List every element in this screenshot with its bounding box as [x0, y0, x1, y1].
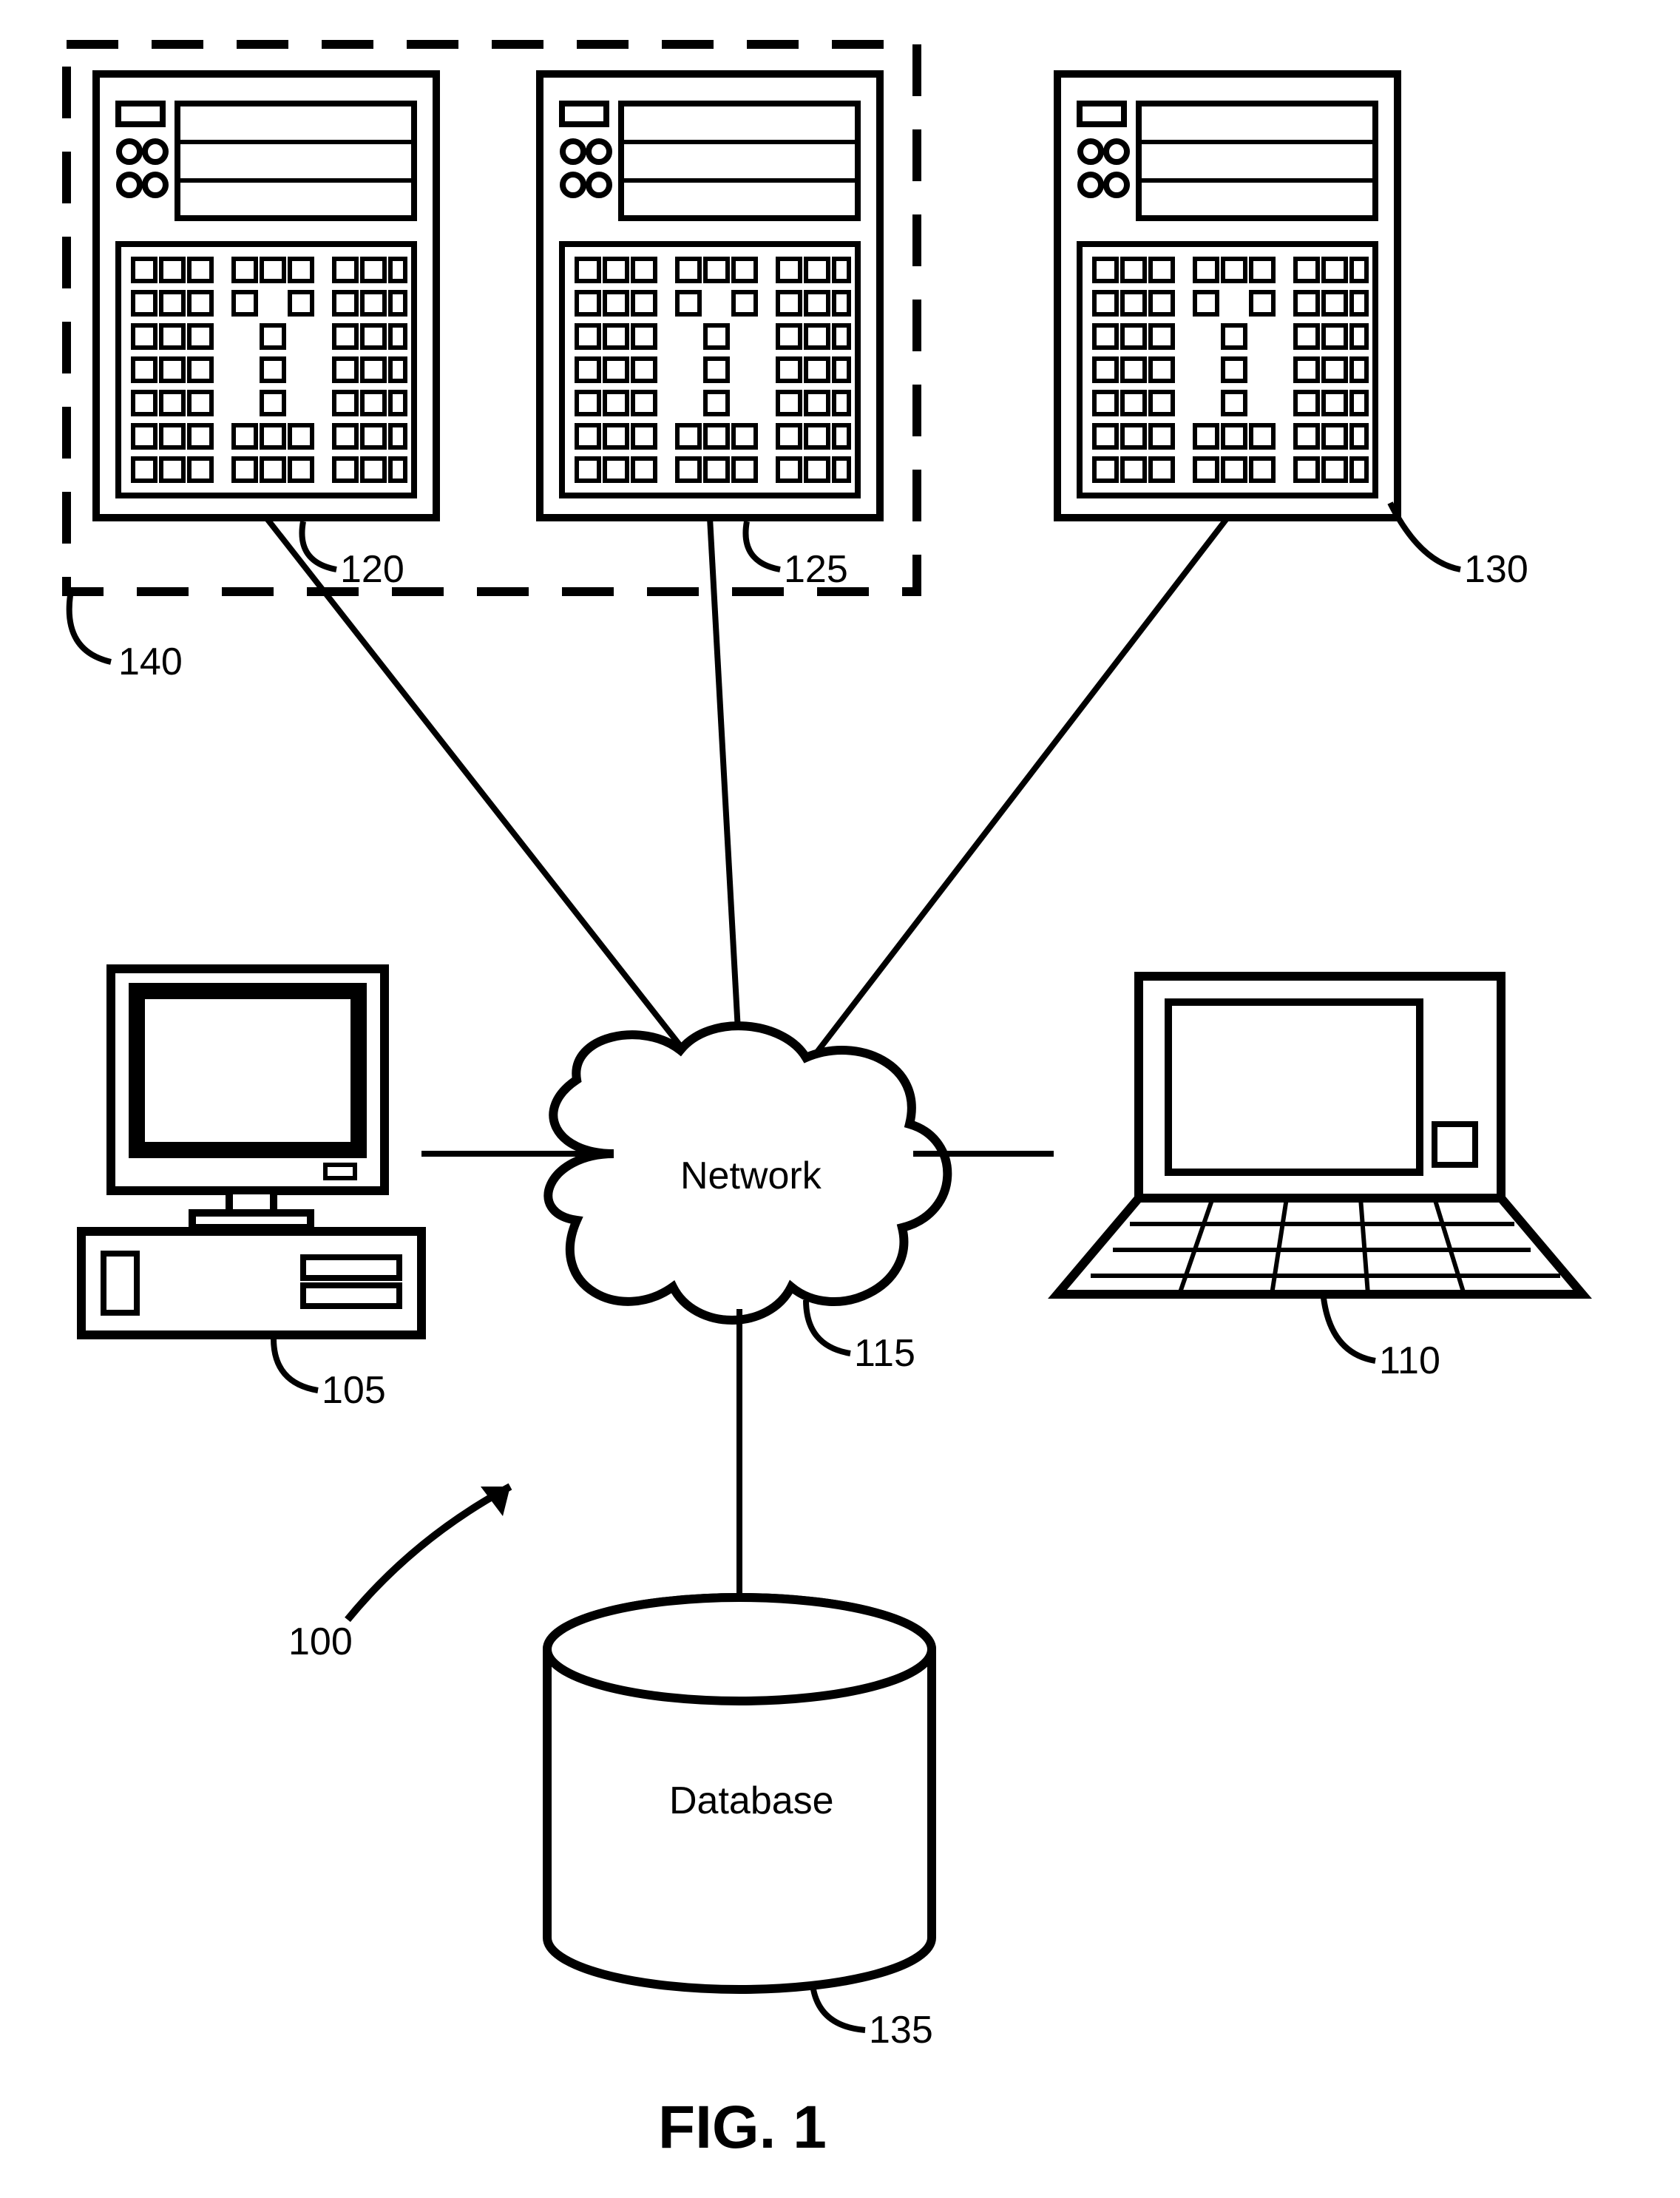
leader-125	[745, 521, 780, 569]
server-2-icon	[540, 74, 880, 518]
ref-120: 120	[340, 547, 404, 592]
ref-135: 135	[869, 2008, 933, 2052]
network-label: Network	[680, 1154, 822, 1198]
laptop-icon	[1057, 976, 1582, 1294]
server-3-icon	[1057, 74, 1398, 518]
leader-115	[806, 1300, 850, 1353]
leader-100	[348, 1487, 510, 1620]
link-server2-network	[710, 518, 739, 1058]
ref-115: 115	[854, 1331, 915, 1376]
figure-title: FIG. 1	[658, 2093, 827, 2163]
leader-110	[1324, 1298, 1375, 1361]
ref-140: 140	[118, 640, 183, 684]
ref-100: 100	[288, 1620, 353, 1664]
ref-130: 130	[1464, 547, 1528, 592]
leader-105	[274, 1339, 318, 1390]
leader-135	[813, 1989, 865, 2030]
ref-105: 105	[322, 1368, 386, 1413]
ref-110: 110	[1379, 1339, 1440, 1383]
figure-canvas: Network Database 120 125 130 140 105 110…	[0, 0, 1680, 2198]
leader-120	[302, 521, 336, 569]
desktop-computer-icon	[81, 969, 421, 1335]
leader-140	[70, 595, 111, 662]
server-1-icon	[96, 74, 436, 518]
database-label: Database	[669, 1779, 834, 1823]
diagram-svg	[0, 0, 1680, 2198]
ref-125: 125	[784, 547, 848, 592]
